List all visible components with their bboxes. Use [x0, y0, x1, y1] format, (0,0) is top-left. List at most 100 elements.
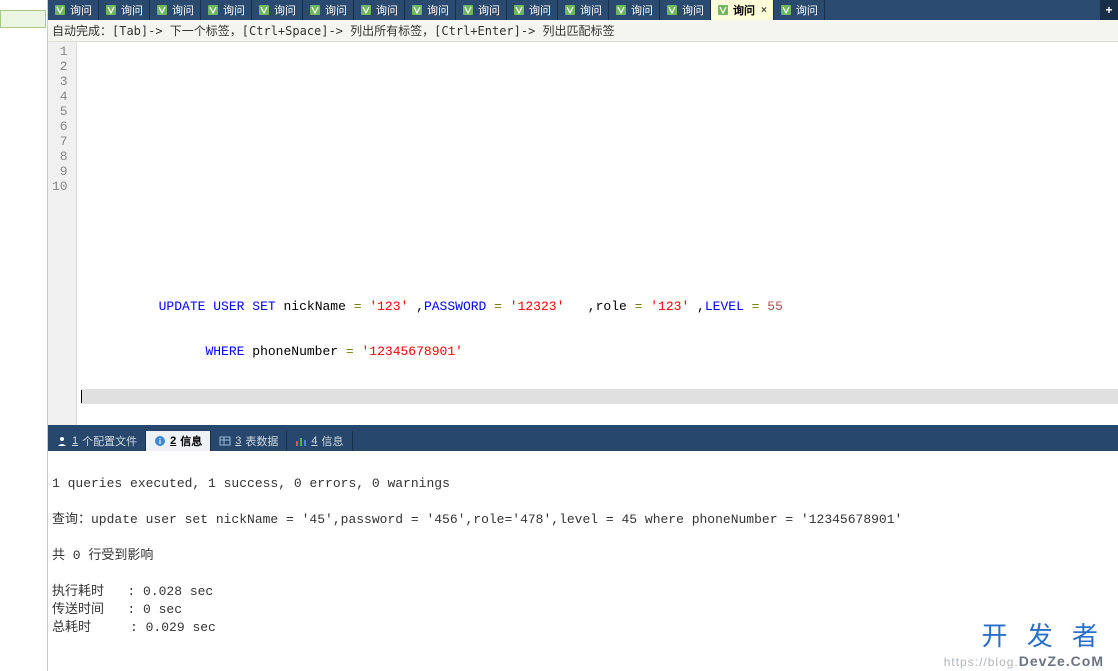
code-line[interactable]	[81, 209, 1118, 224]
tab-label: 询问	[682, 2, 704, 18]
tab-label: 询问	[478, 2, 500, 18]
query-tab-bar: 询问 询问 询问 询问 询问 询问 询问 询问 询问 询问 询问 询问 询问 询问 × 询问 +	[48, 0, 1118, 20]
query-tab[interactable]: 询问	[456, 0, 507, 20]
tab-label: 询问	[427, 2, 449, 18]
exec-time-value: : 0.028 sec	[127, 584, 213, 599]
main-panel: 询问 询问 询问 询问 询问 询问 询问 询问 询问 询问 询问 询问 询问 询问 × 询问 + 自动完成：[T…	[48, 0, 1118, 671]
code-line[interactable]	[81, 119, 1118, 134]
output-panel[interactable]: 1 queries executed, 1 success, 0 errors,…	[48, 451, 1118, 671]
query-tab[interactable]: 询问	[48, 0, 99, 20]
line-number: 1	[52, 44, 68, 59]
output-summary: 1 queries executed, 1 success, 0 errors,…	[52, 476, 450, 491]
line-number: 3	[52, 74, 68, 89]
query-icon	[513, 4, 525, 16]
add-tab-button[interactable]: +	[1100, 0, 1118, 20]
code-line-current[interactable]	[81, 389, 1118, 404]
gutter-cell[interactable]	[0, 10, 46, 28]
left-gutter	[0, 0, 48, 671]
query-tab[interactable]: 询问 ×	[711, 0, 774, 20]
code-line[interactable]: UPDATE USER SET nickName = '123' ,PASSWO…	[81, 299, 1118, 314]
query-tab[interactable]: 询问	[558, 0, 609, 20]
line-number: 10	[52, 179, 68, 194]
query-icon	[564, 4, 576, 16]
tab-label: 询问	[325, 2, 347, 18]
query-tab[interactable]: 询问	[252, 0, 303, 20]
code-line[interactable]	[81, 164, 1118, 179]
query-tab[interactable]: 询问	[201, 0, 252, 20]
code-area[interactable]: UPDATE USER SET nickName = '123' ,PASSWO…	[77, 42, 1118, 425]
query-tab[interactable]: 询问	[354, 0, 405, 20]
tab-label: 询问	[733, 2, 755, 18]
query-tab[interactable]: 询问	[405, 0, 456, 20]
tab-number: 4	[311, 435, 317, 447]
autocomplete-hint: 自动完成：[Tab]-> 下一个标签，[Ctrl+Space]-> 列出所有标签…	[48, 20, 1118, 42]
output-query: 查询：update user set nickName = '45',passw…	[52, 512, 902, 527]
result-tab[interactable]: 4 信息	[287, 431, 352, 451]
chart-icon	[295, 435, 307, 447]
query-tab[interactable]: 询问	[774, 0, 825, 20]
tab-label: 询问	[70, 2, 92, 18]
query-icon	[411, 4, 423, 16]
query-icon	[666, 4, 678, 16]
line-number: 7	[52, 134, 68, 149]
total-time-label: 总耗时	[52, 620, 91, 635]
tab-label: 信息	[180, 433, 202, 449]
tab-label: 询问	[376, 2, 398, 18]
query-icon	[309, 4, 321, 16]
tab-label: 表数据	[245, 433, 278, 449]
tab-label: 询问	[631, 2, 653, 18]
query-icon	[615, 4, 627, 16]
profile-icon	[56, 435, 68, 447]
query-icon	[360, 4, 372, 16]
query-icon	[258, 4, 270, 16]
line-number: 4	[52, 89, 68, 104]
tab-label: 个配置文件	[82, 433, 137, 449]
code-line[interactable]	[81, 254, 1118, 269]
result-tab[interactable]: 3 表数据	[211, 431, 287, 451]
line-number: 2	[52, 59, 68, 74]
query-icon	[105, 4, 117, 16]
total-time-value: : 0.029 sec	[130, 620, 216, 635]
code-line[interactable]	[81, 74, 1118, 89]
exec-time-label: 执行耗时	[52, 584, 104, 599]
svg-text:i: i	[159, 437, 161, 446]
tab-label: 询问	[223, 2, 245, 18]
line-number-gutter: 12345678910	[48, 42, 77, 425]
close-icon[interactable]: ×	[761, 5, 767, 16]
query-tab[interactable]: 询问	[507, 0, 558, 20]
query-icon	[717, 4, 729, 16]
tab-number: 1	[72, 435, 78, 447]
line-number: 5	[52, 104, 68, 119]
tab-label: 询问	[796, 2, 818, 18]
query-tab[interactable]: 询问	[303, 0, 354, 20]
result-tab[interactable]: 1 个配置文件	[48, 431, 146, 451]
tab-label: 询问	[274, 2, 296, 18]
sql-editor[interactable]: 12345678910 UPDATE USER SET nickName = '…	[48, 42, 1118, 425]
query-tab[interactable]: 询问	[99, 0, 150, 20]
query-icon	[462, 4, 474, 16]
query-icon	[780, 4, 792, 16]
output-rows-affected: 共 0 行受到影响	[52, 548, 153, 563]
code-line[interactable]: WHERE phoneNumber = '12345678901'	[81, 344, 1118, 359]
transfer-time-label: 传送时间	[52, 602, 104, 617]
tab-number: 3	[235, 435, 241, 447]
query-icon	[207, 4, 219, 16]
query-tab[interactable]: 询问	[609, 0, 660, 20]
tab-label: 询问	[172, 2, 194, 18]
query-tab[interactable]: 询问	[660, 0, 711, 20]
query-icon	[54, 4, 66, 16]
tab-number: 2	[170, 435, 176, 447]
transfer-time-value: : 0 sec	[127, 602, 182, 617]
line-number: 8	[52, 149, 68, 164]
line-number: 9	[52, 164, 68, 179]
line-number: 6	[52, 119, 68, 134]
query-icon	[156, 4, 168, 16]
result-tab[interactable]: i2 信息	[146, 431, 211, 451]
query-tab[interactable]: 询问	[150, 0, 201, 20]
info-icon: i	[154, 435, 166, 447]
tab-label: 询问	[121, 2, 143, 18]
table-icon	[219, 435, 231, 447]
tab-label: 询问	[529, 2, 551, 18]
tab-label: 询问	[580, 2, 602, 18]
tab-label: 信息	[322, 433, 344, 449]
